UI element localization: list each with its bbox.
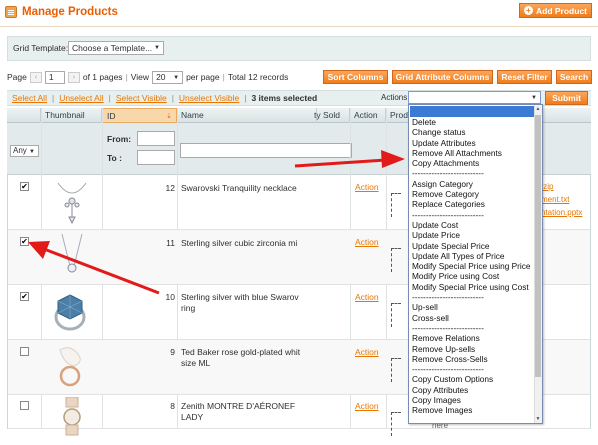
arrow-head-icon xyxy=(381,150,405,168)
annotation-arrows xyxy=(28,150,405,295)
arrow-to-copy-attachments xyxy=(294,158,386,168)
arrow-to-checkbox xyxy=(43,247,160,295)
